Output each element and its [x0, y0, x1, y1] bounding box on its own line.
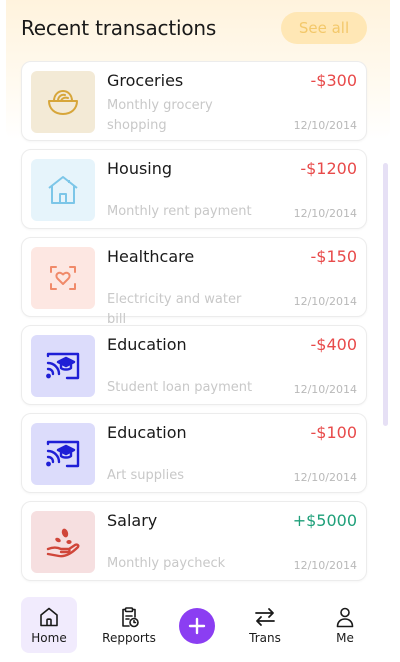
- graduation-cap-icon: [31, 423, 95, 485]
- heart-scan-icon: [31, 247, 95, 309]
- home-icon: [40, 607, 58, 626]
- house-icon: [31, 159, 95, 221]
- transaction-description: Electricity and water bill: [107, 292, 242, 327]
- transaction-description: Monthly paycheck: [107, 556, 226, 571]
- transaction-card[interactable]: Salary +$5000 Monthly paycheck 12/10/201…: [21, 501, 367, 581]
- transaction-description: Art supplies: [107, 468, 184, 483]
- transaction-date: 12/10/2014: [293, 207, 357, 220]
- nav-me[interactable]: Me: [325, 597, 365, 653]
- nav-me-label: Me: [336, 630, 354, 645]
- transaction-card[interactable]: Education -$100 Art supplies 12/10/2014: [21, 413, 367, 493]
- transaction-title: Education: [107, 335, 187, 354]
- transaction-description: Monthly rent payment: [107, 204, 252, 219]
- transaction-amount: +$5000: [292, 511, 357, 530]
- transaction-date: 12/10/2014: [293, 119, 357, 132]
- transaction-list: Groceries -$300 Monthly grocery shopping…: [21, 61, 367, 589]
- transaction-title: Housing: [107, 159, 173, 178]
- transfer-arrows-icon: [255, 607, 275, 626]
- transaction-date: 12/10/2014: [293, 471, 357, 484]
- transaction-amount: -$1200: [300, 159, 357, 178]
- see-all-button[interactable]: See all: [281, 12, 367, 44]
- transaction-title: Salary: [107, 511, 158, 530]
- transaction-title: Groceries: [107, 71, 184, 90]
- transaction-title: Education: [107, 423, 187, 442]
- clipboard-clock-icon: [122, 606, 139, 627]
- transaction-card[interactable]: Education -$400 Student loan payment 12/…: [21, 325, 367, 405]
- transaction-card[interactable]: Healthcare -$150 Electricity and water b…: [21, 237, 367, 327]
- grocery-bowl-icon: [31, 71, 95, 133]
- section-header: Recent transactions See all: [21, 12, 367, 44]
- transaction-date: 12/10/2014: [293, 295, 357, 308]
- user-icon: [336, 607, 354, 627]
- transaction-card[interactable]: Housing -$1200 Monthly rent payment 12/1…: [21, 149, 367, 229]
- bottom-navigation: Home Repports Trans Me: [0, 596, 400, 662]
- transaction-date: 12/10/2014: [293, 559, 357, 572]
- transaction-description: Student loan payment: [107, 380, 253, 395]
- plus-icon: [188, 617, 206, 635]
- nav-trans[interactable]: Trans: [240, 597, 290, 653]
- scrollbar[interactable]: [383, 163, 388, 426]
- transaction-description: Monthly grocery shopping: [107, 98, 213, 133]
- nav-home[interactable]: Home: [21, 597, 77, 653]
- nav-reports[interactable]: Repports: [99, 597, 159, 653]
- section-title: Recent transactions: [21, 16, 217, 40]
- add-transaction-button[interactable]: [179, 608, 215, 644]
- transaction-title: Healthcare: [107, 247, 195, 266]
- transaction-amount: -$150: [310, 247, 358, 266]
- money-hand-icon: [31, 511, 95, 573]
- transaction-amount: -$300: [310, 71, 358, 90]
- transaction-amount: -$400: [310, 335, 358, 354]
- nav-home-label: Home: [31, 630, 67, 645]
- nav-reports-label: Repports: [102, 630, 156, 645]
- graduation-cap-icon: [31, 335, 95, 397]
- transaction-date: 12/10/2014: [293, 383, 357, 396]
- nav-trans-label: Trans: [249, 630, 281, 645]
- transaction-amount: -$100: [310, 423, 358, 442]
- transaction-card[interactable]: Groceries -$300 Monthly grocery shopping…: [21, 61, 367, 141]
